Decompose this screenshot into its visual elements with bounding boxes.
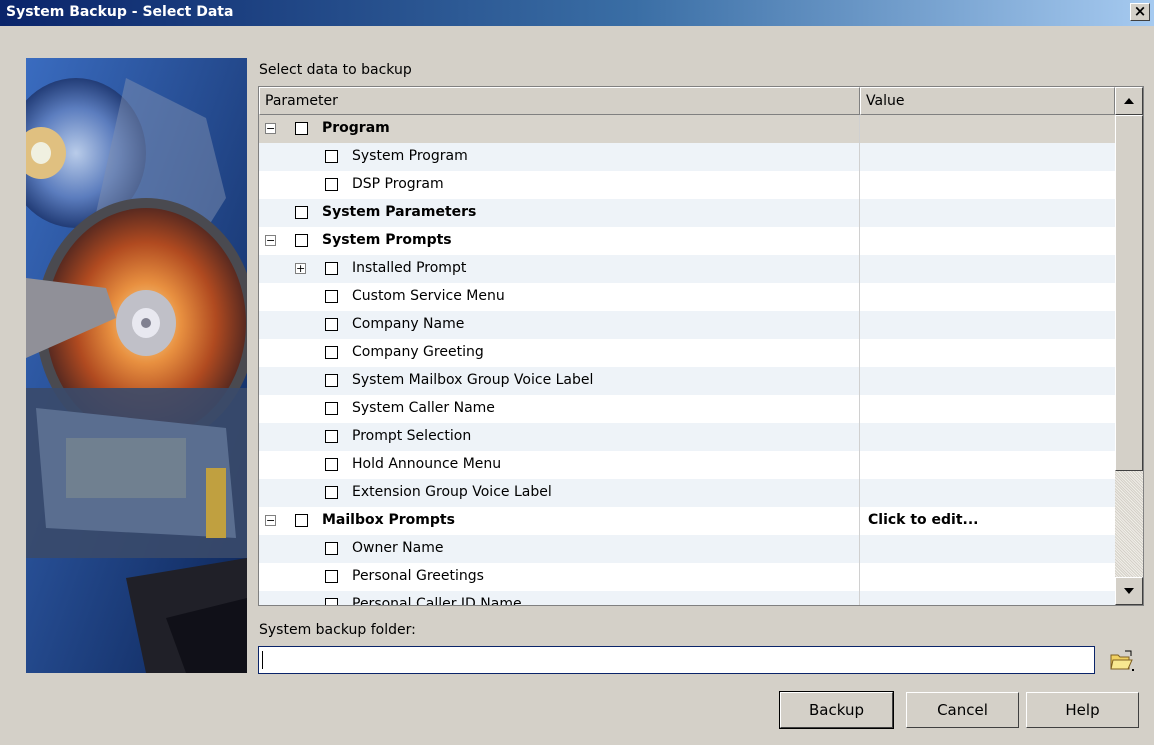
checkbox[interactable] <box>295 514 308 527</box>
close-icon[interactable]: × <box>1130 3 1150 21</box>
table-row[interactable]: System Caller Name <box>259 395 1115 423</box>
column-header-value[interactable]: Value <box>860 87 1115 115</box>
column-separator <box>859 507 860 535</box>
checkbox[interactable] <box>295 206 308 219</box>
grid-header: Parameter Value <box>259 87 1115 115</box>
checkbox[interactable] <box>325 542 338 555</box>
backup-button[interactable]: Backup <box>779 691 894 729</box>
table-row[interactable]: System Parameters <box>259 199 1115 227</box>
vertical-scrollbar[interactable] <box>1115 87 1143 605</box>
hard-drive-illustration <box>26 58 247 673</box>
parameter-label: Personal Caller ID Name <box>352 596 522 606</box>
column-separator <box>859 451 860 479</box>
column-separator <box>859 423 860 451</box>
column-separator <box>859 591 860 605</box>
value-cell[interactable]: Click to edit... <box>868 512 979 528</box>
column-separator <box>859 479 860 507</box>
parameter-label: System Prompts <box>322 232 452 248</box>
parameter-label: Mailbox Prompts <box>322 512 455 528</box>
expand-icon[interactable]: + <box>295 263 306 274</box>
text-caret <box>262 651 263 669</box>
column-separator <box>859 311 860 339</box>
collapse-icon[interactable]: − <box>265 515 276 526</box>
table-row[interactable]: + Installed Prompt <box>259 255 1115 283</box>
column-separator <box>859 171 860 199</box>
parameter-label: System Program <box>352 148 468 164</box>
parameter-label: Company Name <box>352 316 465 332</box>
column-separator <box>859 143 860 171</box>
collapse-icon[interactable]: − <box>265 235 276 246</box>
grid-rows: − Program System Program DSP Program System … <box>259 115 1115 606</box>
parameter-grid: Parameter Value − Program System Program DS… <box>258 86 1144 606</box>
parameter-label: System Parameters <box>322 204 477 220</box>
checkbox[interactable] <box>325 346 338 359</box>
select-data-label: Select data to backup <box>259 62 412 78</box>
checkbox[interactable] <box>325 262 338 275</box>
help-button[interactable]: Help <box>1026 692 1139 728</box>
parameter-label: System Caller Name <box>352 400 495 416</box>
scrollbar-thumb[interactable] <box>1115 115 1143 471</box>
column-header-parameter[interactable]: Parameter <box>259 87 860 115</box>
checkbox[interactable] <box>325 178 338 191</box>
parameter-label: Prompt Selection <box>352 428 472 444</box>
table-row[interactable]: System Mailbox Group Voice Label <box>259 367 1115 395</box>
table-row[interactable]: Hold Announce Menu <box>259 451 1115 479</box>
parameter-label: Extension Group Voice Label <box>352 484 552 500</box>
column-separator <box>859 283 860 311</box>
table-row[interactable]: System Program <box>259 143 1115 171</box>
checkbox[interactable] <box>325 598 338 605</box>
parameter-label: Program <box>322 120 390 136</box>
checkbox[interactable] <box>325 318 338 331</box>
column-separator <box>859 563 860 591</box>
table-row[interactable]: − System Prompts <box>259 227 1115 255</box>
folder-open-icon[interactable] <box>1109 649 1135 673</box>
checkbox[interactable] <box>295 122 308 135</box>
table-row[interactable]: Prompt Selection <box>259 423 1115 451</box>
column-separator <box>859 199 860 227</box>
checkbox[interactable] <box>325 486 338 499</box>
checkbox[interactable] <box>325 570 338 583</box>
table-row[interactable]: DSP Program <box>259 171 1115 199</box>
column-separator <box>859 367 860 395</box>
table-row[interactable]: Company Name <box>259 311 1115 339</box>
arrow-down-icon[interactable] <box>1115 577 1143 605</box>
checkbox[interactable] <box>325 150 338 163</box>
arrow-up-icon[interactable] <box>1115 87 1143 115</box>
title-bar: System Backup - Select Data × <box>0 0 1154 26</box>
column-separator <box>859 395 860 423</box>
checkbox[interactable] <box>325 402 338 415</box>
column-separator <box>859 255 860 283</box>
checkbox[interactable] <box>325 458 338 471</box>
table-row[interactable]: − Mailbox Prompts Click to edit... <box>259 507 1115 535</box>
backup-folder-label: System backup folder: <box>259 622 416 638</box>
parameter-label: DSP Program <box>352 176 444 192</box>
column-separator <box>859 227 860 255</box>
cancel-button[interactable]: Cancel <box>906 692 1019 728</box>
column-separator <box>859 115 860 143</box>
table-row[interactable]: Custom Service Menu <box>259 283 1115 311</box>
table-row[interactable]: − Program <box>259 115 1115 143</box>
table-row[interactable]: Personal Greetings <box>259 563 1115 591</box>
parameter-label: Hold Announce Menu <box>352 456 502 472</box>
parameter-label: Personal Greetings <box>352 568 484 584</box>
table-row[interactable]: Company Greeting <box>259 339 1115 367</box>
checkbox[interactable] <box>295 234 308 247</box>
checkbox[interactable] <box>325 430 338 443</box>
parameter-label: Installed Prompt <box>352 260 467 276</box>
collapse-icon[interactable]: − <box>265 123 276 134</box>
table-row[interactable]: Personal Caller ID Name <box>259 591 1115 606</box>
table-row[interactable]: Owner Name <box>259 535 1115 563</box>
parameter-label: Owner Name <box>352 540 444 556</box>
window-title: System Backup - Select Data <box>6 4 234 20</box>
parameter-label: Custom Service Menu <box>352 288 505 304</box>
parameter-label: Company Greeting <box>352 344 484 360</box>
backup-folder-input[interactable] <box>258 646 1095 674</box>
checkbox[interactable] <box>325 290 338 303</box>
column-separator <box>859 339 860 367</box>
column-separator <box>859 535 860 563</box>
table-row[interactable]: Extension Group Voice Label <box>259 479 1115 507</box>
parameter-label: System Mailbox Group Voice Label <box>352 372 594 388</box>
checkbox[interactable] <box>325 374 338 387</box>
